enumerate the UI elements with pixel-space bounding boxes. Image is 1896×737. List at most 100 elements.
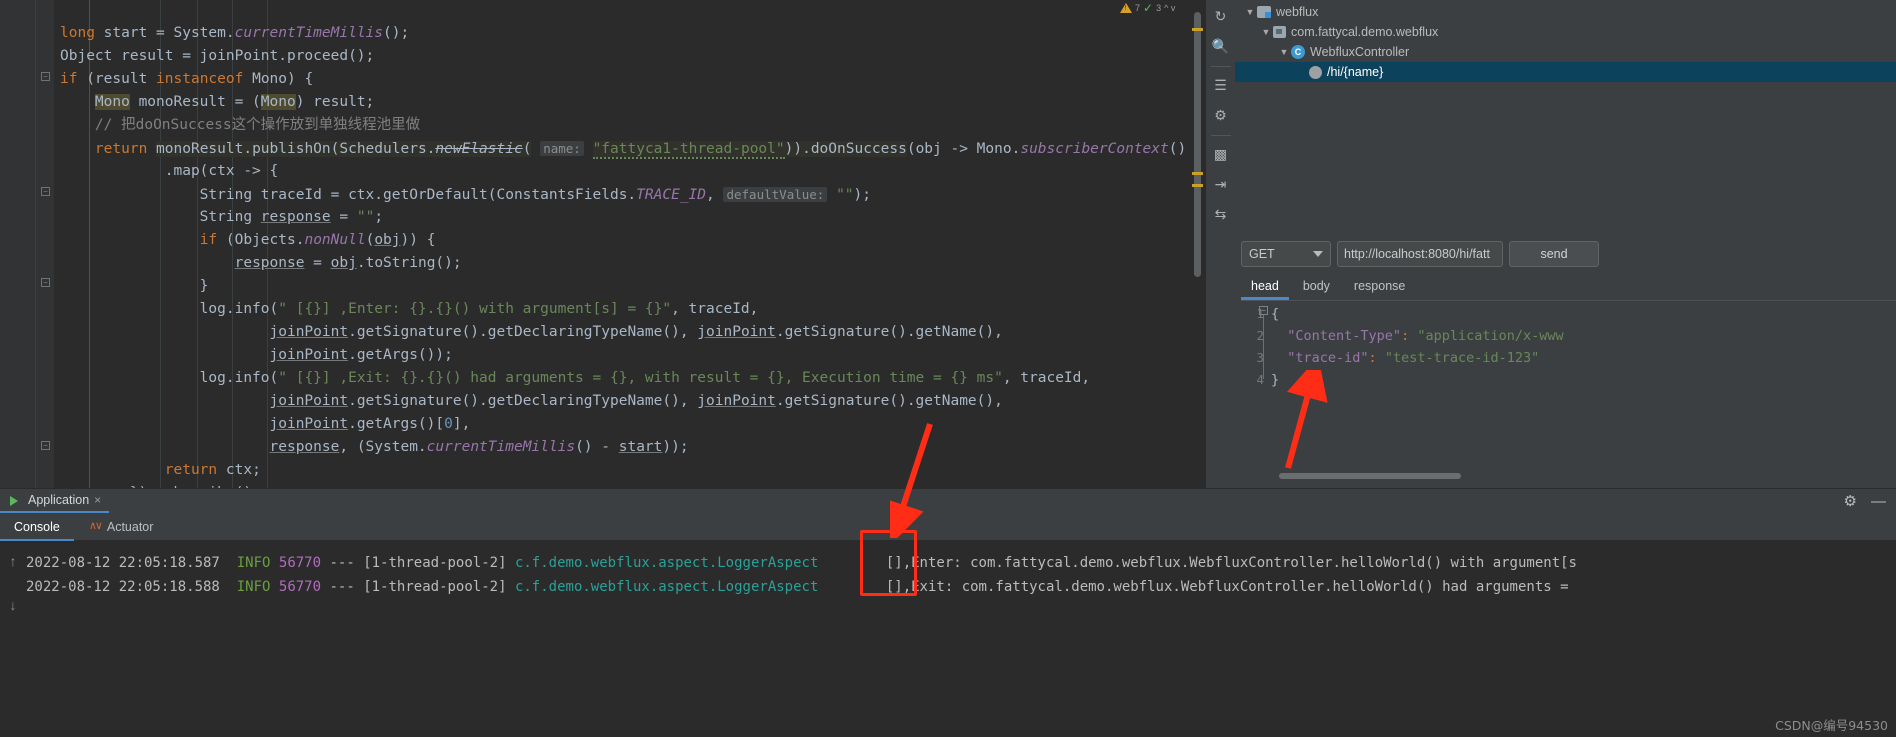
editor-error-stripe[interactable] (1191, 0, 1205, 488)
log-logger: c.f.demo.webflux.aspect.LoggerAspect (514, 555, 819, 571)
arrow-down-icon[interactable]: ↓ (10, 597, 17, 613)
folder-icon (1257, 6, 1271, 18)
close-icon[interactable]: × (94, 493, 101, 507)
rest-client-panel[interactable]: ▼ webflux ▼ com.fattycal.demo.webflux ▼ … (1235, 0, 1896, 488)
json-fold-line (1263, 315, 1264, 379)
log-logger: c.f.demo.webflux.aspect.LoggerAspect (514, 579, 819, 595)
json-line: } (1271, 372, 1280, 388)
line-number: 4 (1256, 372, 1264, 387)
log-thread: [1-thread-pool-2] (363, 579, 507, 595)
package-icon (1273, 26, 1286, 38)
code-line: return ctx; (164, 462, 261, 478)
tree-item-label: webflux (1276, 5, 1319, 19)
line-number: 2 (1256, 328, 1264, 343)
console-output[interactable]: 2022-08-12 22:05:18.587 INFO 56770 --- [… (26, 541, 1896, 737)
tree-item-package[interactable]: ▼ com.fattycal.demo.webflux (1235, 22, 1896, 42)
right-tool-strip[interactable]: ↻ 🔍 ☰ ⚙ ▩ ⇥ ⇆ (1205, 0, 1235, 488)
tree-item-label: /hi/{name} (1327, 65, 1384, 79)
chart-bars-icon[interactable]: ▩ (1208, 140, 1234, 168)
http-method-select[interactable]: GET (1241, 241, 1331, 267)
refresh-icon[interactable]: ↻ (1208, 2, 1234, 30)
arrow-up-icon[interactable]: ↑ (10, 553, 17, 569)
code-line: joinPoint.getSignature().getDeclaringTyp… (269, 324, 1003, 340)
log-level: INFO (236, 579, 271, 595)
tab-body[interactable]: body (1293, 277, 1340, 295)
log-marker: [] (885, 579, 903, 595)
json-text[interactable]: { "Content-Type": "application/x-www "tr… (1271, 303, 1564, 391)
code-line: response = obj.toString(); (234, 255, 462, 271)
json-line: "trace-id": "test-trace-id-123" (1287, 350, 1540, 366)
request-tabs[interactable]: head body response (1241, 275, 1891, 300)
run-window-actions[interactable]: ⚙ — (1844, 489, 1886, 513)
filter-icon[interactable]: ☰ (1208, 71, 1234, 99)
code-line: joinPoint.getArgs()); (269, 347, 453, 363)
expand-icon[interactable]: ⇆ (1208, 200, 1234, 228)
log-separator: --- (329, 579, 355, 595)
tab-response[interactable]: response (1344, 277, 1415, 295)
watermark: CSDN@编号94530 (1775, 718, 1888, 733)
log-marker: [] (885, 555, 903, 571)
json-line-numbers: 1 2 3 4 (1241, 301, 1269, 485)
endpoint-icon (1309, 65, 1322, 79)
http-method-value: GET (1249, 247, 1275, 261)
tab-label: Console (14, 519, 60, 534)
tab-head[interactable]: head (1241, 277, 1289, 300)
chevron-down-icon[interactable]: ▼ (1259, 27, 1273, 37)
request-bar[interactable]: GET http://localhost:8080/hi/fatt send (1241, 240, 1891, 268)
warning-icon (1120, 3, 1132, 13)
minimize-icon[interactable]: — (1871, 493, 1886, 510)
chevron-down-icon[interactable]: ▼ (1243, 7, 1257, 17)
code-line: if (Objects.nonNull(obj)) { (199, 232, 436, 248)
code-line: if (result instanceof Mono) { (60, 71, 314, 87)
url-input[interactable]: http://localhost:8080/hi/fatt (1337, 241, 1503, 267)
log-pid: 56770 (278, 555, 322, 571)
send-label: send (1540, 247, 1568, 261)
code-line: joinPoint.getArgs()[0], (269, 416, 471, 432)
console-tab-bar[interactable]: Console Actuator (0, 513, 1896, 541)
url-value: http://localhost:8080/hi/fatt (1344, 247, 1490, 261)
log-separator: --- (329, 555, 355, 571)
console-log-line: 2022-08-12 22:05:18.588 INFO 56770 --- [… (26, 575, 1896, 599)
code-editor[interactable]: − − − − long start = System.currentTimeM… (0, 0, 1205, 488)
chevron-down-icon[interactable]: ▼ (1277, 47, 1291, 57)
headers-json-editor[interactable]: 1 2 3 4 − { "Content-Type": "application… (1241, 300, 1896, 485)
checkmark-icon: ✓ (1143, 1, 1154, 15)
code-line: return monoResult.publishOn(Schedulers.n… (94, 141, 1187, 159)
console-panel[interactable]: Console Actuator ↑ ↓ 2022-08-12 22:05:18… (0, 513, 1896, 737)
json-line: { (1271, 306, 1280, 322)
tab-actuator[interactable]: Actuator (76, 513, 168, 541)
collapse-icon[interactable]: ⇥ (1208, 170, 1234, 198)
code-line: } (60, 278, 209, 294)
tree-item-label: com.fattycal.demo.webflux (1291, 25, 1439, 39)
code-text[interactable]: long start = System.currentTimeMillis();… (60, 22, 1186, 488)
log-message: ,Exit: com.fattycal.demo.webflux.Webflux… (902, 579, 1569, 595)
code-line: // 把doOnSuccess这个操作放到单独线程池里做 (94, 117, 421, 133)
send-button[interactable]: send (1509, 241, 1599, 267)
gear-icon[interactable]: ⚙ (1844, 492, 1857, 510)
code-line: log.info(" [{}] ,Exit: {}.{}() had argum… (60, 370, 1091, 386)
log-timestamp: 2022-08-12 22:05:18.587 (26, 555, 220, 571)
search-icon[interactable]: 🔍 (1208, 32, 1234, 60)
tree-item-webflux[interactable]: ▼ webflux (1235, 2, 1896, 22)
code-line: Object result = joinPoint.proceed(); (60, 48, 375, 64)
chevron-down-icon[interactable] (1313, 251, 1323, 257)
run-tab-application[interactable]: Application × (0, 489, 110, 513)
console-side-toolbar[interactable]: ↑ ↓ (0, 541, 26, 737)
log-thread: [1-thread-pool-2] (363, 555, 507, 571)
actuator-icon (89, 519, 102, 533)
code-line: String response = ""; (60, 209, 384, 225)
code-line: String traceId = ctx.getOrDefault(Consta… (60, 187, 871, 203)
console-log-line: 2022-08-12 22:05:18.587 INFO 56770 --- [… (26, 551, 1896, 575)
tree-item-controller[interactable]: ▼ C WebfluxController (1235, 42, 1896, 62)
endpoints-tree[interactable]: ▼ webflux ▼ com.fattycal.demo.webflux ▼ … (1235, 0, 1896, 82)
settings-sliders-icon[interactable]: ⚙ (1208, 101, 1234, 129)
json-fold-icon[interactable]: − (1259, 306, 1268, 315)
tab-console[interactable]: Console (0, 513, 74, 541)
json-horizontal-scrollbar[interactable] (1279, 473, 1461, 479)
run-window-header[interactable]: Application × ⚙ — (0, 489, 1896, 513)
class-icon: C (1291, 45, 1305, 59)
run-tab-label: Application (28, 493, 90, 507)
tree-item-endpoint[interactable]: /hi/{name} (1235, 62, 1896, 82)
tab-label: body (1302, 279, 1330, 293)
code-line: joinPoint.getSignature().getDeclaringTyp… (269, 393, 1003, 409)
